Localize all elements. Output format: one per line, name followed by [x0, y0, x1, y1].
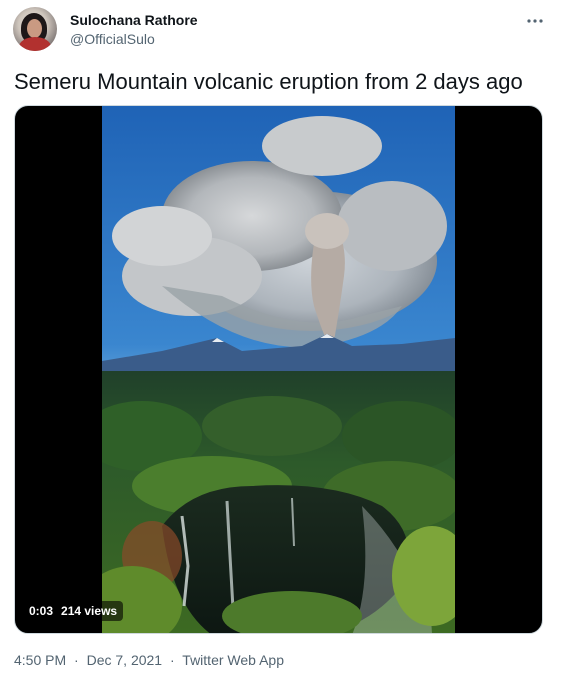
more-horizontal-icon [527, 19, 543, 23]
tweet: Sulochana Rathore @OfficialSulo Semeru M… [0, 0, 565, 679]
more-button[interactable] [520, 6, 550, 36]
handle[interactable]: @OfficialSulo [70, 30, 155, 48]
meta-separator: · [74, 652, 79, 668]
avatar[interactable] [13, 7, 57, 51]
tweet-meta: 4:50 PM · Dec 7, 2021 · Twitter Web App [14, 650, 284, 670]
video-player[interactable]: 0:03 214 views [14, 105, 543, 634]
video-frame[interactable] [102, 106, 455, 633]
avatar-face [27, 19, 42, 38]
volcano-video-still [102, 106, 455, 633]
tweet-text: Semeru Mountain volcanic eruption from 2… [14, 69, 523, 94]
tweet-client[interactable]: Twitter Web App [182, 652, 284, 668]
video-time: 0:03 [29, 604, 54, 618]
video-views: 214 views [61, 604, 118, 618]
tweet-date[interactable]: Dec 7, 2021 [87, 652, 163, 668]
meta-separator: · [169, 652, 175, 668]
display-name[interactable]: Sulochana Rathore [70, 11, 198, 29]
tweet-time[interactable]: 4:50 PM [14, 652, 66, 668]
video-stats: 0:03 214 views [23, 601, 124, 621]
avatar-shoulder [19, 37, 51, 51]
